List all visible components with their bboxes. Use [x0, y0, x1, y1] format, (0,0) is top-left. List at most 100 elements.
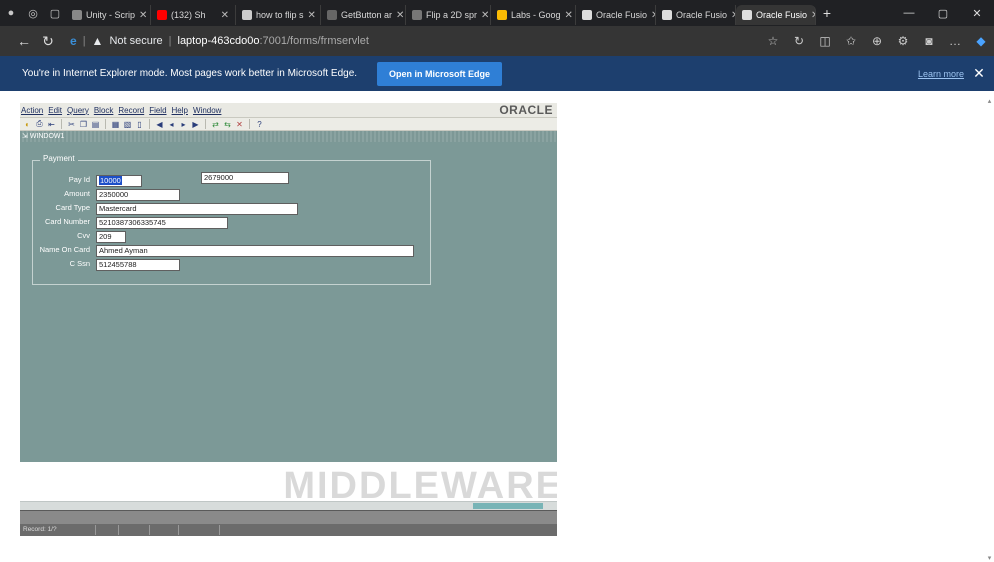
menu-window[interactable]: Window [193, 106, 221, 115]
oracle-logo: ORACLE [499, 103, 553, 117]
name-on-card-label: Name On Card [39, 245, 90, 254]
extra-field[interactable]: 2679000 [201, 172, 289, 184]
cancel-query-icon[interactable]: ✕ [235, 120, 244, 129]
card-type-label: Card Type [55, 203, 90, 212]
back-icon[interactable]: ← [12, 33, 36, 49]
tab-close-icon[interactable]: ✕ [308, 10, 316, 21]
window-title-bar: ⇲ WINDOW1 [20, 131, 557, 142]
menu-record[interactable]: Record [118, 106, 144, 115]
browser-tab[interactable]: how to flip s ✕ [236, 5, 321, 25]
more-icon[interactable]: … [942, 34, 968, 48]
minimize-icon[interactable]: — [892, 7, 926, 20]
name-on-card-field[interactable]: Ahmed Ayman [96, 245, 414, 257]
tab-favicon-icon [242, 10, 252, 20]
collections-icon[interactable]: ⊕ [864, 34, 890, 48]
menu-query[interactable]: Query [67, 106, 89, 115]
refresh-page-icon[interactable]: ↻ [786, 34, 812, 48]
previous-record-icon[interactable]: ◂ [167, 120, 176, 129]
window-controls: — ▢ ✕ [892, 7, 994, 20]
tab-close-icon[interactable]: ✕ [481, 10, 489, 21]
menu-block[interactable]: Block [94, 106, 114, 115]
extensions-icon[interactable]: ⚙ [890, 34, 916, 48]
scroll-thumb[interactable] [473, 503, 543, 509]
browser-tab[interactable]: Labs - Goog ✕ [491, 5, 576, 25]
tab-close-icon[interactable]: ✕ [565, 10, 573, 21]
clear-record-icon[interactable]: ▯ [135, 120, 144, 129]
tab-actions-icon[interactable]: ▢ [44, 0, 66, 26]
browser-tab[interactable]: Unity - Scrip ✕ [66, 5, 151, 25]
paste-icon[interactable]: ▤ [91, 120, 100, 129]
tab-close-icon[interactable]: ✕ [396, 10, 404, 21]
profile-icon[interactable]: ● [0, 0, 22, 26]
horizontal-scrollbar[interactable] [20, 501, 557, 510]
open-in-edge-button[interactable]: Open in Microsoft Edge [377, 61, 503, 86]
security-status[interactable]: Not secure [109, 35, 162, 47]
learn-more-link[interactable]: Learn more [918, 69, 964, 79]
ie-mode-bar: You're in Internet Explorer mode. Most p… [0, 56, 994, 91]
first-record-icon[interactable]: ◀ [155, 120, 164, 129]
card-type-field[interactable]: Mastercard [96, 203, 298, 215]
scroll-up-icon[interactable]: ▴ [985, 97, 994, 105]
url-field[interactable]: e | ▲ Not secure | laptop-463cdo0o:7001/… [70, 34, 369, 48]
delete-record-icon[interactable]: ▧ [123, 120, 132, 129]
pay-id-label: Pay Id [68, 175, 90, 184]
window-icon: ⇲ [22, 133, 28, 140]
favorite-star-icon[interactable]: ☆ [760, 34, 786, 48]
copy-icon[interactable]: ❐ [79, 120, 88, 129]
tab-label: GetButton ar [341, 10, 393, 20]
save-icon[interactable]: ◐ [23, 120, 32, 129]
insert-record-icon[interactable]: ▦ [111, 120, 120, 129]
menu-action[interactable]: Action [21, 106, 43, 115]
browser-tab[interactable]: Oracle Fusio✕ [656, 5, 736, 25]
tab-close-icon[interactable]: ✕ [139, 10, 147, 21]
warning-icon: ▲ [91, 34, 104, 48]
menu-field[interactable]: Field [149, 106, 166, 115]
browser-tab[interactable]: Oracle Fusio✕ [736, 5, 816, 25]
url-path: :7001/forms/frmservlet [259, 35, 369, 47]
print-icon[interactable]: ⎙ [35, 119, 44, 129]
close-window-icon[interactable]: ✕ [960, 7, 994, 20]
menu-edit[interactable]: Edit [48, 106, 62, 115]
ie-mode-icon[interactable]: e [70, 34, 77, 48]
menu-help[interactable]: Help [172, 106, 188, 115]
tab-strip: Unity - Scrip ✕ (132) Sh ✕ how to flip s ✕ Get… [66, 1, 816, 25]
pay-id-field[interactable]: 10000 [96, 175, 142, 187]
close-icon[interactable]: ✕ [964, 65, 994, 82]
tab-favicon-icon [662, 10, 672, 20]
cvv-field[interactable]: 209 [96, 231, 126, 243]
browser-tab[interactable]: GetButton ar ✕ [321, 5, 406, 25]
profile-sync-icon[interactable]: ◙ [916, 34, 942, 48]
favorites-icon[interactable]: ✩ [838, 34, 864, 48]
c-ssn-label: C Ssn [69, 259, 90, 268]
tab-label: Oracle Fusio [676, 10, 728, 20]
refresh-icon[interactable]: ↻ [36, 33, 60, 50]
new-tab-button[interactable]: + [816, 5, 838, 21]
page-scrollbar[interactable]: ▴ ▾ [985, 97, 994, 562]
card-number-field[interactable]: 5210387306335745 [96, 217, 228, 229]
split-screen-icon[interactable]: ◫ [812, 34, 838, 48]
amount-field[interactable]: 2350000 [96, 189, 180, 201]
copilot-icon[interactable]: ◆ [968, 34, 994, 48]
scroll-down-icon[interactable]: ▾ [985, 554, 994, 562]
card-number-label: Card Number [44, 217, 90, 226]
workspaces-icon[interactable]: ◎ [22, 0, 44, 26]
help-icon[interactable]: ? [255, 120, 264, 129]
cut-icon[interactable]: ✂ [67, 120, 76, 129]
ie-mode-message: You're in Internet Explorer mode. Most p… [22, 68, 358, 79]
tab-favicon-icon [582, 10, 592, 20]
c-ssn-field[interactable]: 512455788 [96, 259, 180, 271]
tab-favicon-icon [157, 10, 167, 20]
browser-tab[interactable]: Oracle Fusio✕ [576, 5, 656, 25]
tab-close-icon[interactable]: ✕ [221, 10, 229, 21]
enter-query-icon[interactable]: ⇄ [211, 120, 220, 129]
last-record-icon[interactable]: ▶ [191, 120, 200, 129]
execute-query-icon[interactable]: ⇆ [223, 120, 232, 129]
next-record-icon[interactable]: ▸ [179, 120, 188, 129]
browser-tab[interactable]: (132) Sh ✕ [151, 5, 236, 25]
cvv-label: Cvv [77, 231, 90, 240]
restore-icon[interactable]: ▢ [926, 7, 960, 20]
tab-label: how to flip s [256, 10, 304, 20]
tab-label: Labs - Goog [511, 10, 561, 20]
exit-icon[interactable]: ⇤ [47, 120, 56, 129]
browser-tab[interactable]: Flip a 2D spr ✕ [406, 5, 491, 25]
